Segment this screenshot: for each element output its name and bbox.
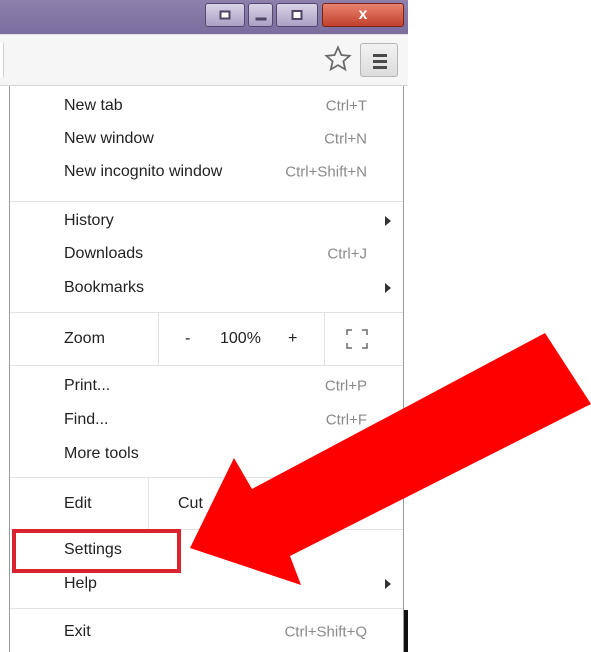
zoom-level: 100% — [220, 330, 261, 347]
menu-separator — [10, 608, 403, 609]
submenu-arrow-icon — [385, 283, 391, 293]
menu-item-more-tools[interactable]: More tools — [10, 438, 403, 470]
settings-highlight-box — [12, 529, 181, 573]
zoom-out-button[interactable]: - — [185, 330, 190, 348]
zoom-label: Zoom — [64, 330, 105, 347]
menu-item-new-tab[interactable]: New tab Ctrl+T — [10, 90, 403, 122]
menu-item-exit[interactable]: Exit Ctrl+Shift+Q — [10, 616, 403, 648]
menu-item-bookmarks[interactable]: Bookmarks — [10, 272, 403, 304]
fullscreen-icon[interactable] — [346, 329, 368, 349]
hamburger-menu-icon[interactable] — [360, 43, 398, 77]
zoom-row: Zoom - 100% + — [10, 313, 403, 365]
window-titlebar: x — [0, 0, 408, 34]
menu-edge-shadow — [404, 610, 408, 652]
menu-separator — [10, 201, 403, 202]
submenu-arrow-icon — [385, 579, 391, 589]
zoom-in-button[interactable]: + — [288, 330, 297, 348]
menu-item-new-window[interactable]: New window Ctrl+N — [10, 123, 403, 155]
profile-icon — [219, 10, 231, 20]
maximize-icon — [291, 10, 303, 20]
menu-item-print[interactable]: Print... Ctrl+P — [10, 370, 403, 402]
close-window-button[interactable]: x — [322, 3, 404, 27]
menu-item-history[interactable]: History — [10, 205, 403, 237]
maximize-button[interactable] — [276, 3, 318, 27]
star-icon[interactable] — [324, 45, 352, 73]
menu-item-find[interactable]: Find... Ctrl+F — [10, 404, 403, 436]
close-icon: x — [358, 6, 368, 23]
menu-separator — [10, 365, 403, 366]
omnibox[interactable] — [0, 43, 4, 77]
edit-label: Edit — [64, 495, 92, 512]
menu-item-downloads[interactable]: Downloads Ctrl+J — [10, 238, 403, 270]
submenu-arrow-icon — [385, 216, 391, 226]
cut-button[interactable]: Cut — [178, 495, 203, 513]
menu-item-new-incognito-window[interactable]: New incognito window Ctrl+Shift+N — [10, 156, 403, 188]
minimize-button[interactable] — [248, 3, 273, 27]
edit-row: Edit Cut — [10, 478, 403, 530]
minimize-icon — [255, 17, 266, 21]
browser-toolbar — [0, 34, 408, 86]
user-profile-button[interactable] — [205, 3, 245, 27]
